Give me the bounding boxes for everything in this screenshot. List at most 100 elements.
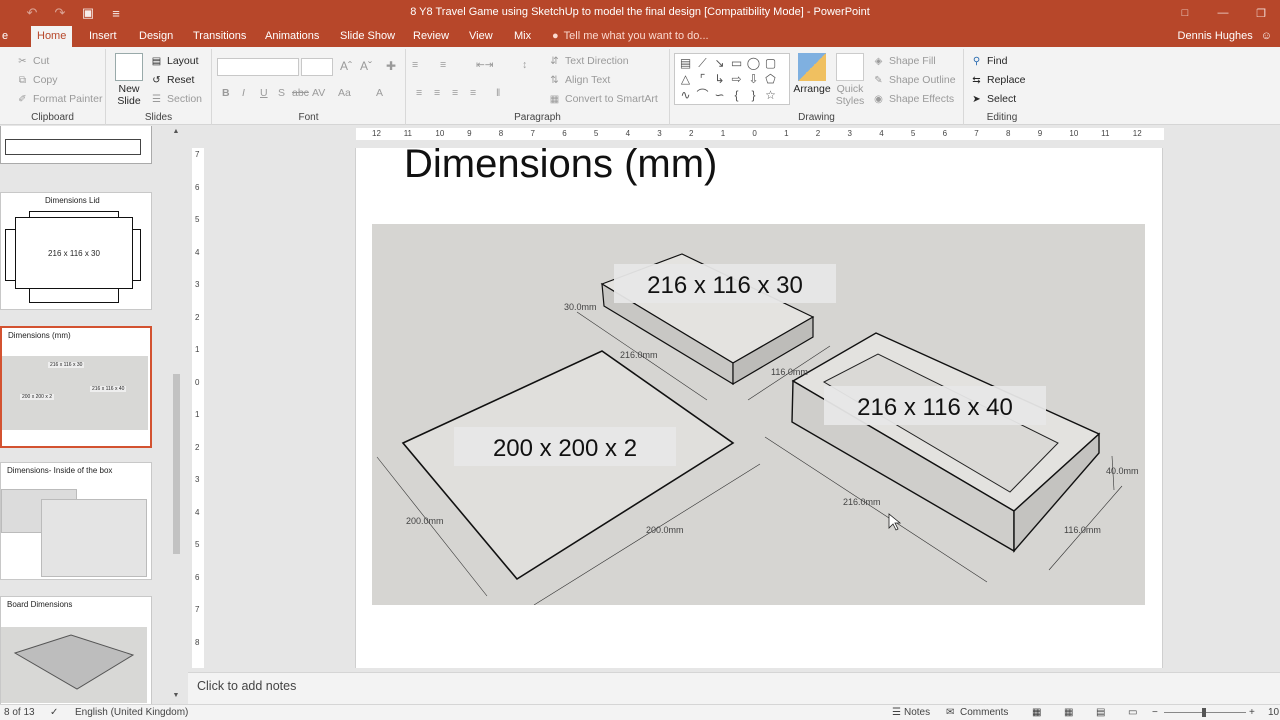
comments-button[interactable]: Comments (960, 707, 1008, 718)
curve-shape-icon[interactable]: ∿ (677, 87, 694, 103)
text-direction-button[interactable]: ⇵ Text Direction (548, 55, 628, 67)
freeform-shape-icon[interactable]: ⬠ (762, 71, 779, 87)
underline-icon[interactable]: U (260, 87, 268, 99)
slide-thumbnail-7[interactable] (0, 126, 152, 164)
replace-button[interactable]: ⇆ Replace (970, 74, 1025, 86)
line-spacing-icon[interactable]: ↕ (522, 59, 527, 71)
slide-sorter-icon[interactable]: ▦ (1064, 707, 1073, 718)
section-button[interactable]: ☰ Section (150, 93, 202, 105)
scroll-up-icon[interactable]: ▲ (171, 128, 181, 138)
tab-insert[interactable]: Insert (83, 26, 123, 47)
align-text-button[interactable]: ⇅ Align Text (548, 74, 610, 86)
font-name-box[interactable] (217, 58, 299, 76)
bold-icon[interactable]: B (222, 87, 230, 99)
convert-smartart-button[interactable]: ▦ Convert to SmartArt (548, 93, 658, 105)
right-arrow-shape-icon[interactable]: ⇨ (728, 71, 745, 87)
shape-outline-button[interactable]: ✎ Shape Outline (872, 74, 955, 86)
arrow-line-shape-icon[interactable]: ↘ (711, 55, 728, 71)
format-painter-button[interactable]: ✐ Format Painter (16, 93, 102, 105)
sketchup-render[interactable]: 216 x 116 x 30 216 x 116 x 40 200 x 200 … (372, 224, 1145, 605)
align-right-icon[interactable]: ≡ (452, 87, 458, 99)
shape-effects-button[interactable]: ◉ Shape Effects (872, 93, 954, 105)
shadow-icon[interactable]: S (278, 87, 285, 99)
zoom-level[interactable]: 10 (1268, 707, 1279, 718)
rectangle-shape-icon[interactable]: ▭ (728, 55, 745, 71)
zoom-out-icon[interactable]: − (1152, 707, 1158, 718)
clear-formatting-icon[interactable]: ✚ (386, 59, 396, 73)
tab-review[interactable]: Review (407, 26, 455, 47)
line-shape-icon[interactable]: ⟋ (694, 55, 711, 71)
slide-show-icon[interactable]: ▭ (1128, 707, 1137, 718)
change-case-icon[interactable]: Aa (338, 87, 351, 99)
tell-me-box[interactable]: ● Tell me what you want to do... (552, 30, 709, 42)
tab-file[interactable]: e (0, 26, 14, 47)
copy-button[interactable]: ⧉ Copy (16, 74, 58, 86)
align-center-icon[interactable]: ≡ (434, 87, 440, 99)
tab-home[interactable]: Home (31, 26, 73, 47)
zoom-in-icon[interactable]: + (1249, 707, 1255, 718)
bullets-icon[interactable]: ≡ (412, 59, 418, 71)
numbering-icon[interactable]: ≡ (440, 59, 446, 71)
quick-styles-button[interactable]: Quick Styles (832, 53, 868, 107)
shapes-gallery[interactable]: ▤ ⟋ ↘ ▭ ◯ ▢ △ ⌜ ↳ ⇨ ⇩ ⬠ ∿ ⌒ ∽{} ☆ (674, 53, 790, 105)
slide-thumbnail-board[interactable]: Board Dimensions (0, 596, 152, 704)
oval-shape-icon[interactable]: ◯ (745, 55, 762, 71)
rounded-rect-shape-icon[interactable]: ▢ (762, 55, 779, 71)
person-icon[interactable]: ☺ (1261, 30, 1272, 42)
reset-button[interactable]: ↺ Reset (150, 74, 194, 86)
cut-button[interactable]: ✂ Cut (16, 55, 49, 67)
left-brace-icon[interactable]: { (728, 87, 745, 103)
shrink-font-icon[interactable]: Aˇ (360, 59, 372, 73)
columns-icon[interactable]: ‖ (496, 87, 500, 99)
scrollbar-thumb[interactable] (173, 374, 180, 554)
user-name[interactable]: Dennis Hughes (1178, 30, 1253, 42)
language-indicator[interactable]: English (United Kingdom) (75, 707, 188, 718)
tab-slide-show[interactable]: Slide Show (334, 26, 401, 47)
layout-button[interactable]: ▤ Layout (150, 55, 199, 67)
font-color-icon[interactable]: A (376, 87, 383, 99)
tab-design[interactable]: Design (133, 26, 179, 47)
align-left-icon[interactable]: ≡ (416, 87, 422, 99)
slide-thumbnail-dimensions-mm[interactable]: Dimensions (mm) 216 x 116 x 30 216 x 116… (0, 326, 152, 448)
tab-mix[interactable]: Mix (508, 26, 537, 47)
grow-font-icon[interactable]: Aˆ (340, 59, 352, 73)
justify-icon[interactable]: ≡ (470, 87, 476, 99)
notes-pane[interactable]: Click to add notes (188, 672, 1280, 704)
triangle-shape-icon[interactable]: △ (677, 71, 694, 87)
slide-canvas[interactable]: Dimensions (mm) 216 x 116 x 30 216 x 116… (355, 148, 1163, 668)
strikethrough-icon[interactable]: abc (292, 87, 309, 99)
slide-title[interactable]: Dimensions (mm) (404, 148, 717, 187)
thumbnails-scrollbar[interactable]: ▲ ▼ (170, 128, 182, 702)
squiggle-shape-icon[interactable]: ∽ (711, 87, 728, 103)
select-button[interactable]: ➤ Select (970, 93, 1016, 105)
find-button[interactable]: ⚲ Find (970, 55, 1008, 67)
arc-shape-icon[interactable]: ⌒ (694, 87, 711, 103)
tab-animations[interactable]: Animations (259, 26, 325, 47)
restore-button[interactable]: ❐ (1242, 0, 1280, 26)
down-arrow-shape-icon[interactable]: ⇩ (745, 71, 762, 87)
reading-view-icon[interactable]: ▤ (1096, 707, 1105, 718)
ribbon-options-icon[interactable]: □ (1166, 0, 1204, 26)
zoom-slider-knob[interactable] (1202, 708, 1206, 717)
notes-button[interactable]: Notes (904, 707, 930, 718)
notes-placeholder[interactable]: Click to add notes (197, 679, 296, 693)
new-slide-button[interactable]: New Slide (112, 53, 146, 107)
slide-thumbnail-inside-box[interactable]: Dimensions- Inside of the box (0, 462, 152, 580)
tab-transitions[interactable]: Transitions (187, 26, 252, 47)
scroll-down-icon[interactable]: ▼ (171, 692, 181, 702)
elbow-connector-icon[interactable]: ⌜ (694, 71, 711, 87)
minimize-button[interactable]: — (1204, 0, 1242, 26)
char-spacing-icon[interactable]: AV (312, 87, 325, 99)
shape-fill-button[interactable]: ◈ Shape Fill (872, 55, 936, 67)
italic-icon[interactable]: I (242, 87, 245, 99)
star-shape-icon[interactable]: ☆ (762, 87, 779, 103)
slide-thumbnail-lid[interactable]: Dimensions Lid 216 x 116 x 30 (0, 192, 152, 310)
normal-view-icon[interactable]: ▦ (1032, 707, 1041, 718)
spelling-icon[interactable]: ✓ (50, 707, 58, 718)
font-size-box[interactable] (301, 58, 333, 76)
indent-icons[interactable]: ⇤⇥ (476, 59, 494, 71)
textbox-shape-icon[interactable]: ▤ (677, 55, 694, 71)
right-brace-icon[interactable]: } (745, 87, 762, 103)
elbow-arrow-icon[interactable]: ↳ (711, 71, 728, 87)
arrange-button[interactable]: Arrange (792, 53, 832, 95)
